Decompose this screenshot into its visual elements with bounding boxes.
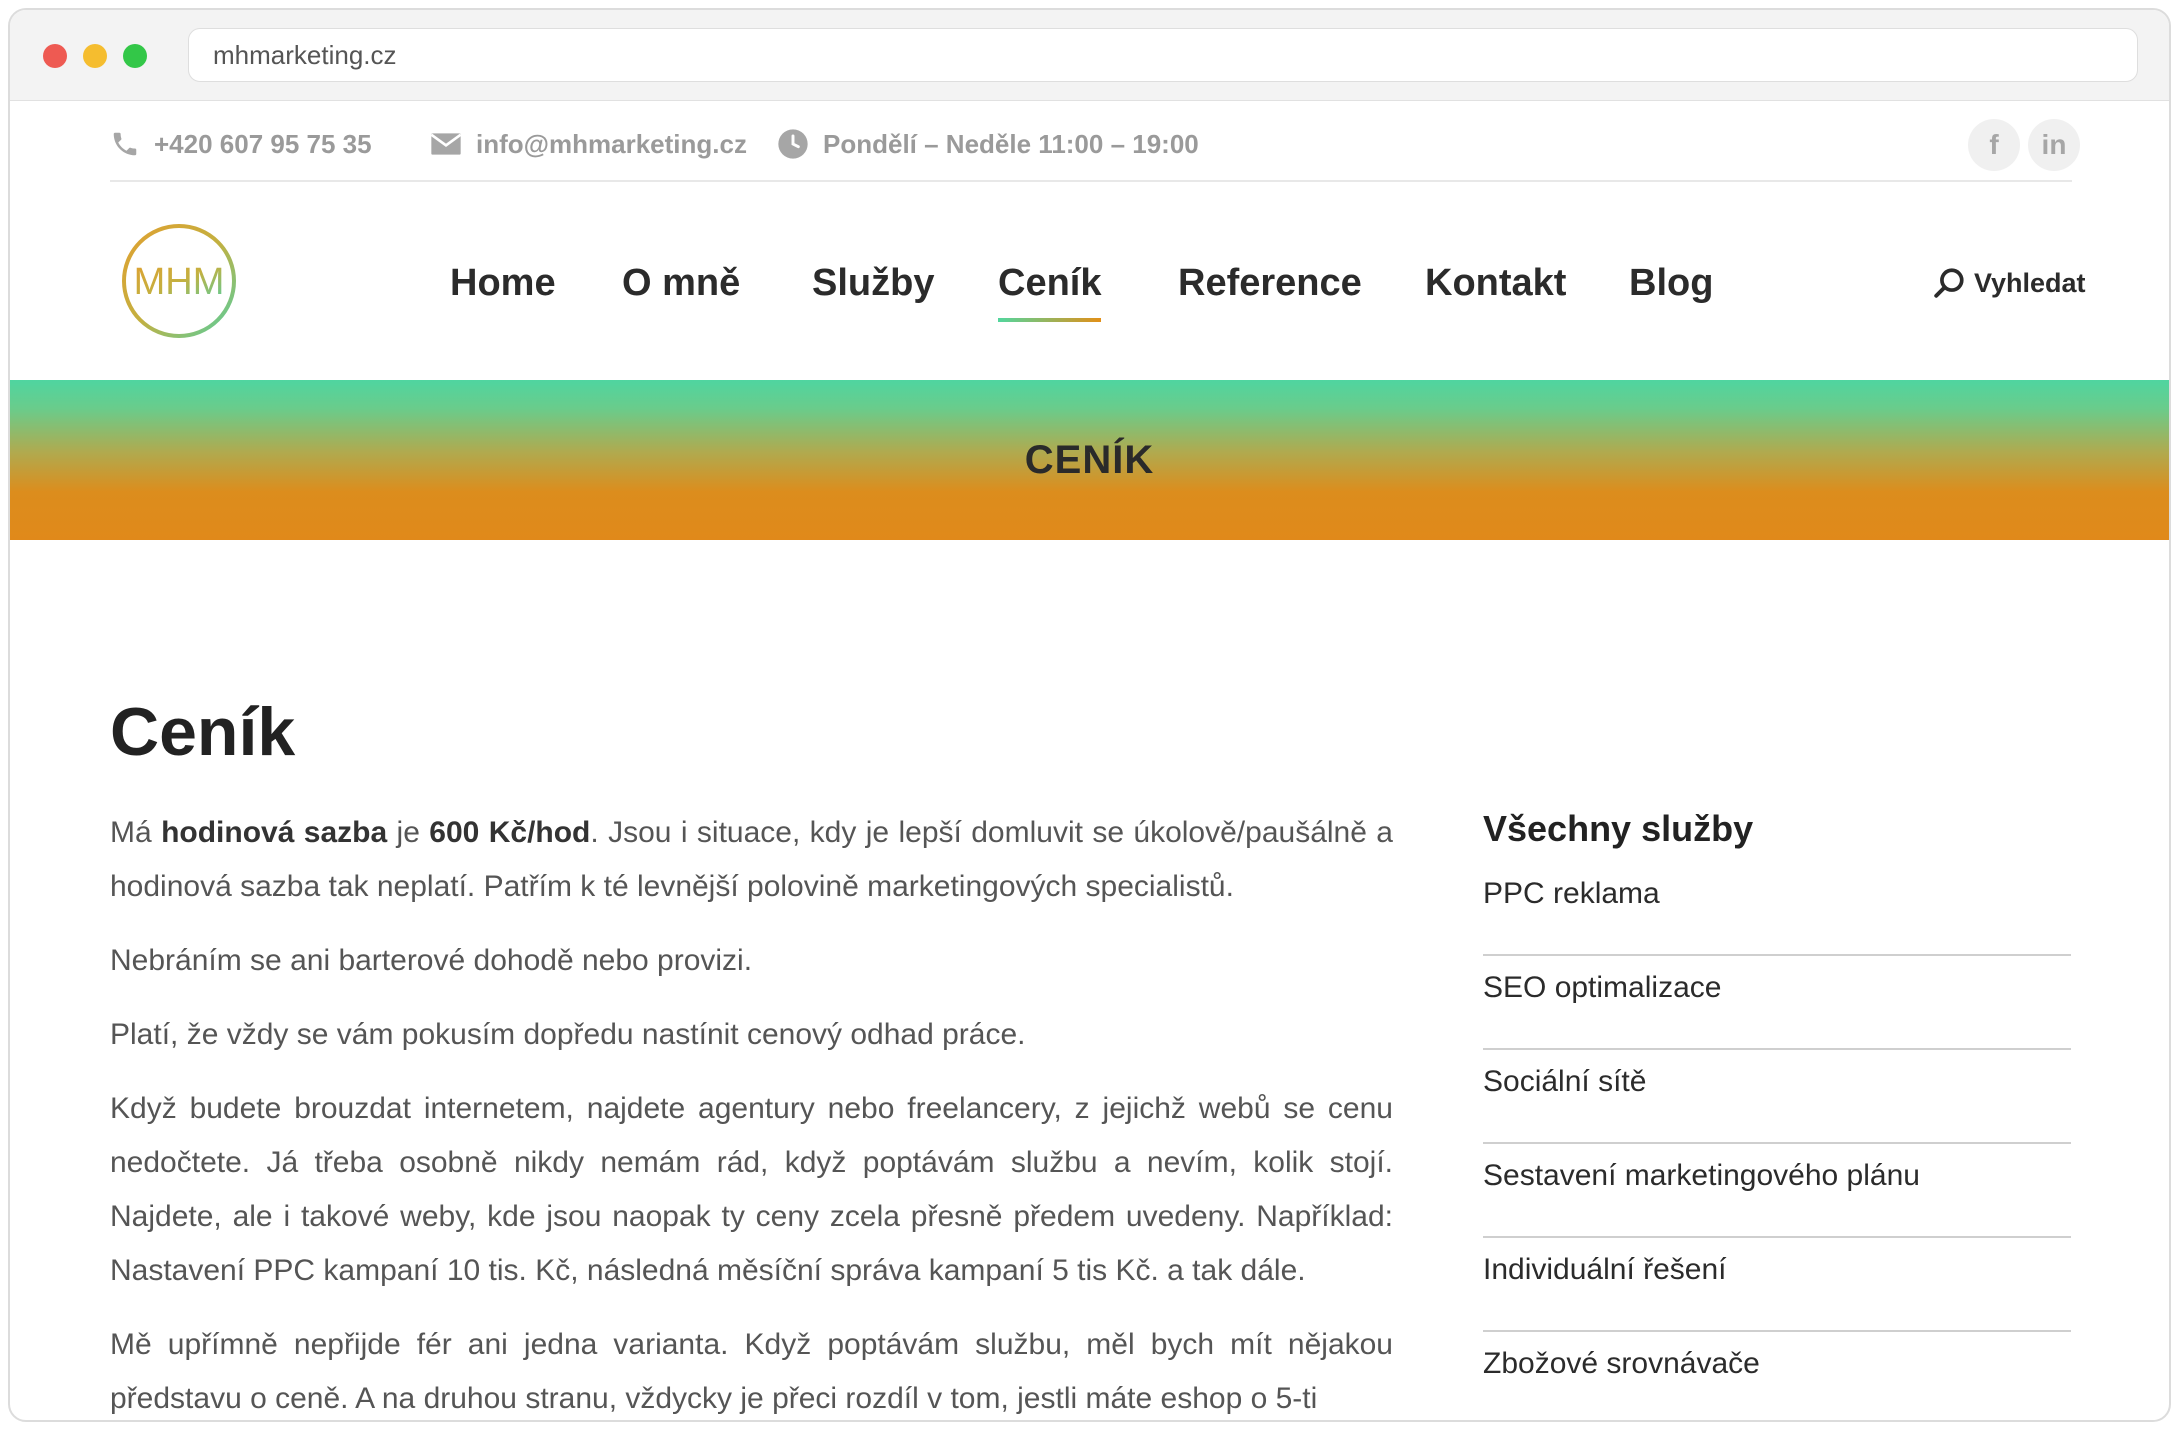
nav-sluzby[interactable]: Služby: [812, 258, 934, 308]
contact-info-bar: +420 607 95 75 35 info@mhmarketing.cz Po…: [110, 100, 2080, 182]
hours-text: Pondělí – Neděle 11:00 – 19:00: [823, 128, 1199, 159]
phone-icon: [113, 132, 137, 156]
paragraph-rate: Má hodinová sazba je 600 Kč/hod. Jsou i …: [110, 806, 1393, 914]
hourly-rate-value: 600 Kč/hod: [429, 816, 591, 849]
close-window-button[interactable]: [43, 44, 67, 68]
paragraph-agencies: Když budete brouzdat internetem, najdete…: [110, 1092, 1393, 1287]
paragraph-estimate: Platí, že vždy se vám pokusím dopředu na…: [110, 1018, 1026, 1051]
search-label: Vyhledat: [1974, 267, 2086, 298]
sidebar-item-social[interactable]: Sociální sítě: [1483, 1050, 2071, 1144]
phone-number: +420 607 95 75 35: [154, 128, 372, 159]
main-content: Má hodinová sazba je 600 Kč/hod. Jsou i …: [110, 806, 1393, 1420]
email-address: info@mhmarketing.cz: [476, 128, 747, 159]
nav-o-mne[interactable]: O mně: [622, 258, 740, 308]
services-sidebar: Všechny služby PPC reklama SEO optimaliz…: [1483, 802, 2071, 1420]
facebook-label: f: [1989, 129, 1999, 160]
text: je: [387, 816, 430, 849]
sidebar-item-ppc[interactable]: PPC reklama: [1483, 866, 2071, 956]
address-bar[interactable]: mhmarketing.cz: [188, 28, 2138, 82]
paragraph-fairness: Mě upřímně nepřijde fér ani jedna varian…: [110, 1328, 1393, 1415]
search-icon: [1934, 268, 1964, 298]
nav-reference[interactable]: Reference: [1178, 258, 1362, 308]
facebook-icon[interactable]: f: [1968, 119, 2020, 171]
phone-contact[interactable]: +420 607 95 75 35: [110, 128, 372, 160]
sidebar-item-seo[interactable]: SEO optimalizace: [1483, 956, 2071, 1050]
page-banner: CENÍK: [10, 380, 2169, 540]
linkedin-label: in: [2041, 129, 2067, 160]
maximize-window-button[interactable]: [123, 44, 147, 68]
sidebar-title: Všechny služby: [1483, 808, 1754, 849]
banner-title: CENÍK: [1024, 437, 1155, 482]
sidebar-item-comparators[interactable]: Zbožové srovnávače: [1483, 1332, 2071, 1420]
linkedin-icon[interactable]: in: [2028, 119, 2080, 171]
browser-window: mhmarketing.cz +420 607 95 75 35 info@mh…: [8, 8, 2171, 1422]
mail-icon: [430, 133, 462, 155]
nav-home[interactable]: Home: [450, 258, 556, 308]
sidebar-item-individual[interactable]: Individuální řešení: [1483, 1238, 2071, 1332]
sidebar-item-marketing-plan[interactable]: Sestavení marketingového plánu: [1483, 1144, 2071, 1238]
nav-kontakt[interactable]: Kontakt: [1425, 258, 1566, 308]
paragraph-barter: Nebráním se ani barterové dohodě nebo pr…: [110, 944, 753, 977]
clock-icon: [778, 129, 808, 159]
browser-toolbar: mhmarketing.cz: [10, 10, 2169, 101]
minimize-window-button[interactable]: [83, 44, 107, 68]
hourly-rate-label: hodinová sazba: [161, 816, 388, 849]
text: Má: [110, 816, 162, 849]
page-title: Ceník: [110, 694, 296, 770]
site-logo[interactable]: MHM: [120, 222, 238, 340]
nav-cenik[interactable]: Ceník: [998, 258, 1102, 322]
opening-hours: Pondělí – Neděle 11:00 – 19:00: [777, 128, 1199, 160]
nav-blog[interactable]: Blog: [1629, 258, 1713, 308]
email-contact[interactable]: info@mhmarketing.cz: [430, 128, 747, 160]
logo-text: MHM: [134, 261, 225, 303]
search-button[interactable]: Vyhledat: [1932, 264, 2086, 302]
